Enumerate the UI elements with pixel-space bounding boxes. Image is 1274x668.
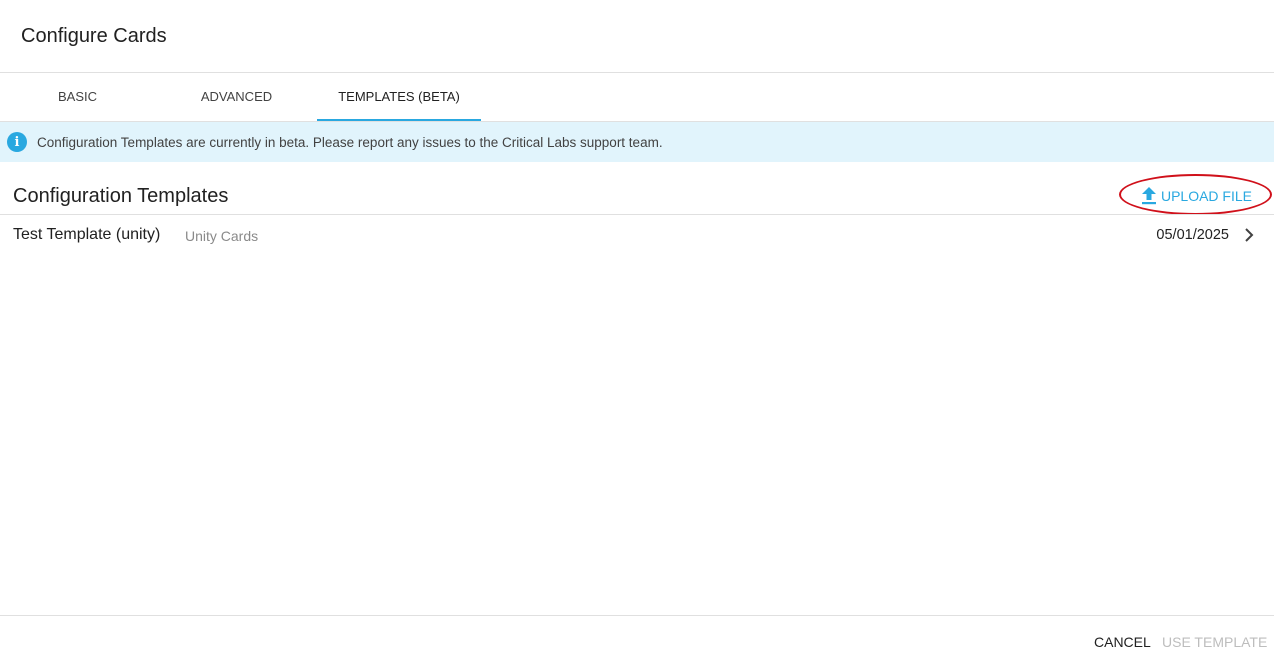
tab-templates-beta[interactable]: TEMPLATES (BETA) [317, 73, 481, 121]
cancel-button[interactable]: CANCEL [1094, 633, 1151, 651]
tab-bar: BASIC ADVANCED TEMPLATES (BETA) [0, 73, 1274, 121]
info-icon: i [7, 132, 27, 152]
beta-info-banner: i Configuration Templates are currently … [0, 122, 1274, 162]
dialog-title: Configure Cards [21, 25, 167, 47]
tab-basic[interactable]: BASIC [0, 73, 155, 121]
template-name: Test Template (unity) [13, 226, 161, 243]
tab-advanced[interactable]: ADVANCED [159, 73, 314, 121]
template-row[interactable]: Test Template (unity) Unity Cards 05/01/… [0, 215, 1274, 255]
banner-text: Configuration Templates are currently in… [37, 134, 663, 150]
use-template-button[interactable]: USE TEMPLATE [1162, 633, 1267, 651]
template-date: 05/01/2025 [1156, 227, 1229, 243]
annotation-highlight-ellipse [1119, 174, 1272, 215]
section-title: Configuration Templates [13, 185, 229, 207]
chevron-right-icon [1245, 228, 1254, 242]
footer-divider [0, 615, 1274, 616]
template-type: Unity Cards [185, 228, 259, 244]
